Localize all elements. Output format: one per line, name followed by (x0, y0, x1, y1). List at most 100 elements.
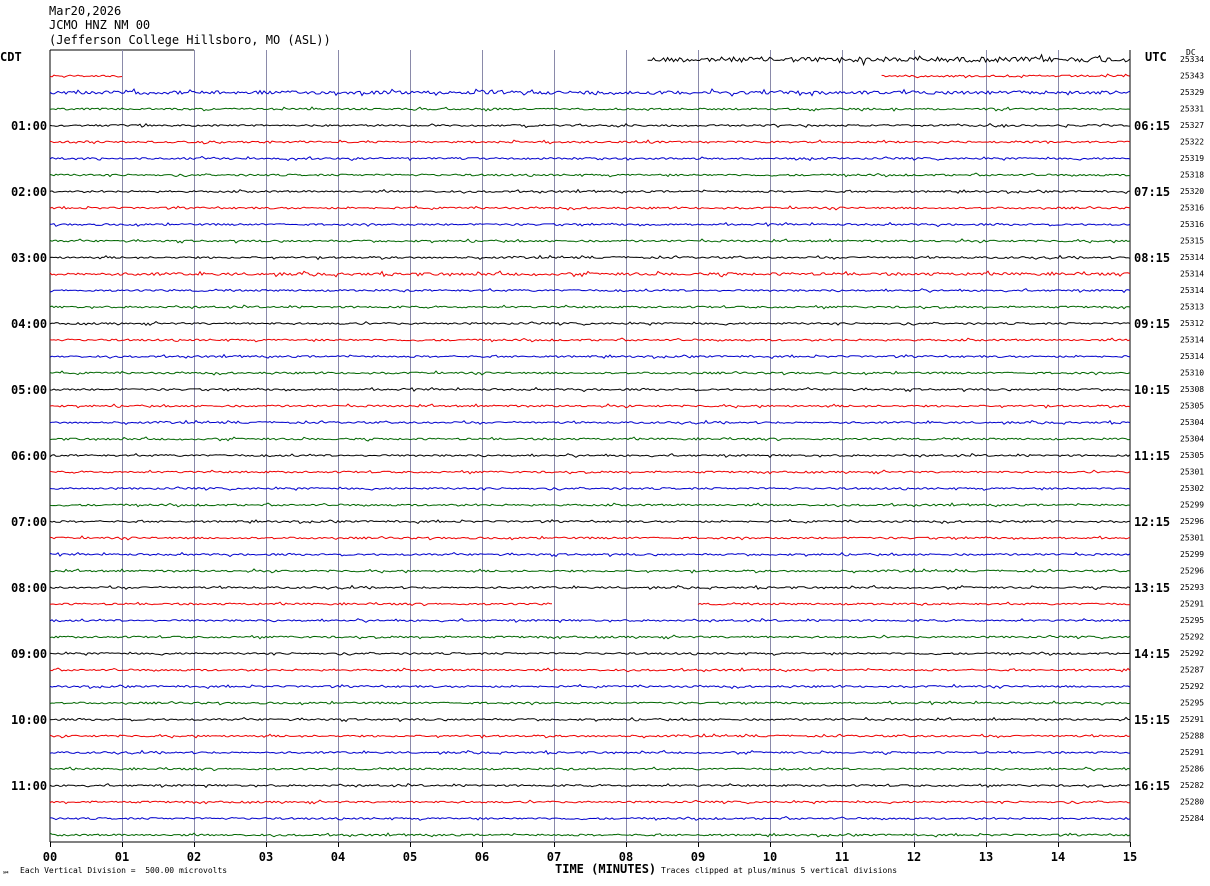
dc-value: 25318 (1180, 171, 1204, 180)
dc-value: 25280 (1180, 798, 1204, 807)
dc-value: 25304 (1180, 435, 1204, 444)
trace-row (49, 535, 1131, 541)
trace-row (49, 700, 1131, 706)
trace-row (49, 304, 1131, 310)
footer-mark: ℠ (2, 870, 11, 879)
x-tick-label: 11 (835, 850, 849, 864)
trace-row (49, 403, 1131, 409)
dc-value: 25295 (1180, 699, 1204, 708)
utc-hour-label: 16:15 (1134, 779, 1170, 793)
trace-row (49, 155, 1131, 162)
dc-value: 25334 (1180, 55, 1204, 64)
x-tick-label: 04 (331, 850, 345, 864)
cdt-hour-label: 02:00 (11, 185, 47, 199)
cdt-hour-label: 07:00 (11, 515, 47, 529)
trace-row (49, 386, 1131, 393)
dc-value: 25301 (1180, 534, 1204, 543)
cdt-hour-label: 03:00 (11, 251, 47, 265)
cdt-hour-label: 08:00 (11, 581, 47, 595)
dc-value: 25296 (1180, 517, 1204, 526)
trace-row (49, 205, 1131, 211)
trace-row (49, 766, 1131, 772)
helicorder-plot: 25334 25343 25329 25331 25327 25322 25319 25318… (11, 49, 1204, 864)
trace-row (49, 270, 1131, 278)
seismic-traces (49, 53, 1131, 838)
utc-hour-label: 07:15 (1134, 185, 1170, 199)
utc-hour-label: 10:15 (1134, 383, 1170, 397)
dc-value: 25299 (1180, 550, 1204, 559)
cdt-hour-label: 09:00 (11, 647, 47, 661)
cdt-hour-label: 04:00 (11, 317, 47, 331)
dc-value: 25316 (1180, 220, 1204, 229)
trace-row (49, 634, 1131, 640)
trace-row (49, 452, 1131, 459)
dc-value: 25292 (1180, 633, 1204, 642)
dc-value: 25305 (1180, 451, 1204, 460)
dc-value: 25304 (1180, 418, 1204, 427)
trace-row (49, 188, 1131, 195)
trace-row (49, 782, 1131, 789)
trace-row (49, 337, 1131, 343)
trace-row (881, 73, 1130, 79)
trace-row (49, 320, 1131, 327)
dc-value: 25310 (1180, 369, 1204, 378)
dc-value: 25299 (1180, 501, 1204, 510)
trace-row (49, 601, 552, 607)
trace-row (49, 799, 1130, 805)
trace-row (49, 584, 1131, 591)
dc-value: 25331 (1180, 105, 1204, 114)
trace-row (49, 419, 1131, 426)
x-tick-label: 00 (43, 850, 57, 864)
dc-value: 25316 (1180, 204, 1204, 213)
x-tick-label: 03 (259, 850, 273, 864)
trace-row (49, 568, 1131, 574)
dc-value: 25314 (1180, 286, 1204, 295)
trace-row (647, 53, 1130, 67)
x-tick-label: 01 (115, 850, 129, 864)
dc-value: 25292 (1180, 649, 1204, 658)
x-axis-label: TIME (MINUTES) (555, 862, 657, 876)
trace-row (49, 288, 1131, 294)
x-tick-label: 15 (1123, 850, 1137, 864)
x-tick-label: 13 (979, 850, 993, 864)
trace-row (49, 436, 1131, 442)
dc-value: 25284 (1180, 814, 1204, 823)
utc-hour-label: 09:15 (1134, 317, 1170, 331)
dc-value: 25295 (1180, 616, 1204, 625)
dc-value: 25292 (1180, 682, 1204, 691)
trace-row (49, 254, 1131, 261)
trace-row (49, 469, 1131, 475)
trace-row (49, 172, 1130, 178)
cdt-hour-label: 06:00 (11, 449, 47, 463)
dc-value: 25329 (1180, 88, 1204, 97)
utc-hour-label: 14:15 (1134, 647, 1170, 661)
trace-row (49, 733, 1131, 739)
utc-hour-label: 11:15 (1134, 449, 1170, 463)
dc-value: 25313 (1180, 303, 1204, 312)
trace-row (49, 122, 1131, 129)
trace-row (49, 486, 1131, 491)
dc-value: 25320 (1180, 187, 1204, 196)
axis-labels: 25334 25343 25329 25331 25327 25322 25319 25318… (11, 55, 1204, 864)
dc-value: 25282 (1180, 781, 1204, 790)
trace-row (49, 370, 1131, 376)
dc-value: 25291 (1180, 600, 1204, 609)
trace-row (49, 551, 1131, 558)
trace-row (49, 683, 1131, 690)
x-tick-label: 05 (403, 850, 417, 864)
trace-row (49, 88, 1131, 97)
cdt-hour-label: 01:00 (11, 119, 47, 133)
dc-value: 25314 (1180, 336, 1204, 345)
trace-row (49, 749, 1131, 756)
utc-hour-label: 13:15 (1134, 581, 1170, 595)
trace-row (49, 106, 1131, 112)
clip-note: Traces clipped at plus/minus 5 vertical … (661, 866, 898, 875)
dc-value: 25302 (1180, 484, 1204, 493)
x-tick-label: 14 (1051, 850, 1065, 864)
x-tick-label: 10 (763, 850, 777, 864)
trace-row (49, 353, 1131, 360)
dc-value: 25305 (1180, 402, 1204, 411)
dc-value: 25287 (1180, 666, 1204, 675)
x-tick-label: 06 (475, 850, 489, 864)
trace-row (49, 518, 1131, 525)
